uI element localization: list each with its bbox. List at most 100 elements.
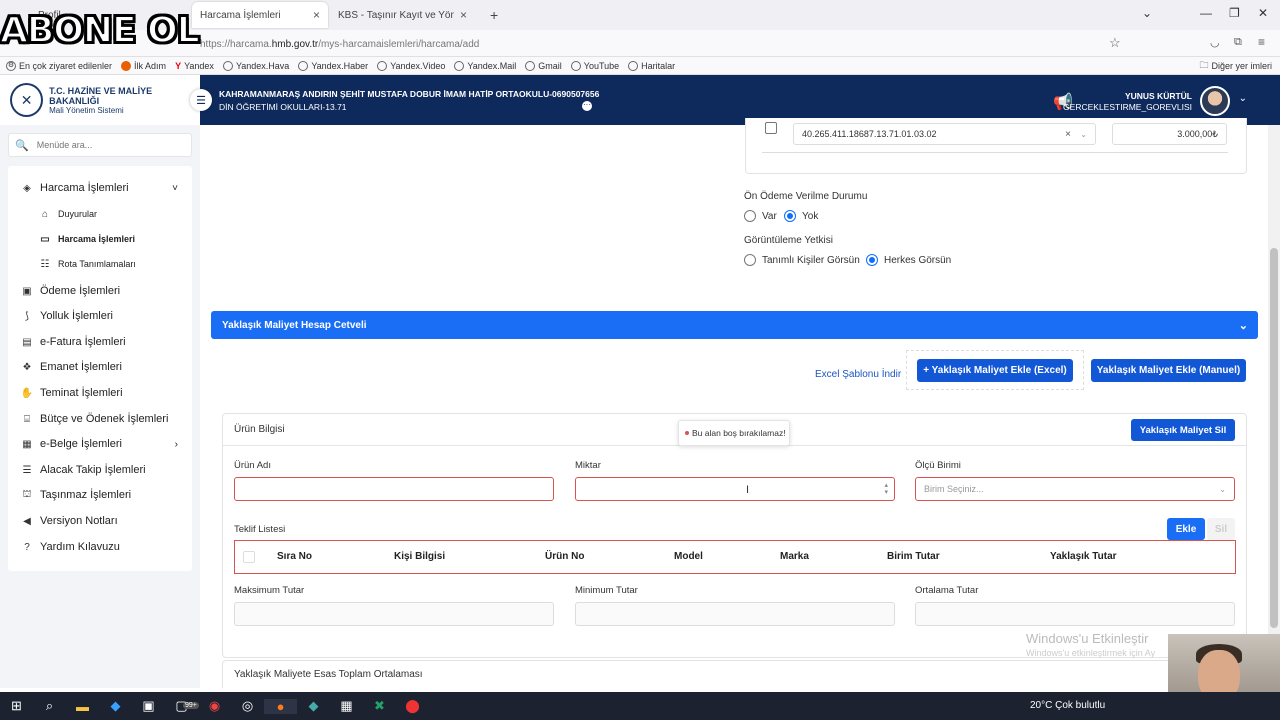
- menu-toggle-icon[interactable]: ☰: [190, 89, 212, 111]
- cost-section-header[interactable]: Yaklaşık Maliyet Hesap Cetveli ⌄: [211, 311, 1258, 339]
- menu-search[interactable]: 🔍: [8, 133, 192, 157]
- pocket-icon[interactable]: ◡: [1210, 36, 1220, 49]
- clear-icon[interactable]: ×: [1065, 129, 1071, 140]
- bookmark-item[interactable]: YouTube: [570, 60, 619, 71]
- sidebar-item-harcama[interactable]: ◈ Harcama İşlemleri ˅: [8, 176, 192, 200]
- delete-offer-button[interactable]: Sil: [1207, 518, 1235, 540]
- unit-select[interactable]: Birim Seçiniz... ⌄: [915, 477, 1235, 501]
- sidebar-item-yolluk[interactable]: ⟆ Yolluk İşlemleri: [8, 304, 192, 328]
- add-offer-button[interactable]: Ekle: [1167, 518, 1205, 540]
- col-kisi-bilgisi[interactable]: Kişi Bilgisi: [394, 541, 445, 573]
- sidebar-item-butce[interactable]: ⌸ Bütçe ve Ödenek İşlemleri: [8, 407, 192, 431]
- tab-harcama[interactable]: Harcama İşlemleri ×: [192, 2, 328, 28]
- file-explorer-icon[interactable]: ▬: [66, 699, 99, 714]
- quantity-input[interactable]: I ▴ ▾: [575, 477, 895, 501]
- avg-amount-input: [915, 602, 1235, 626]
- road-icon: ⟆: [25, 310, 29, 322]
- product-name-input[interactable]: [234, 477, 554, 501]
- bookmark-item[interactable]: Yandex.Mail: [454, 60, 516, 71]
- weather-widget[interactable]: 20°C Çok bulutlu: [1030, 700, 1105, 711]
- product-name-label: Ürün Adı: [234, 460, 271, 471]
- search-icon[interactable]: ⌕: [33, 698, 66, 714]
- sidebar-item-ebelge[interactable]: ▦ e-Belge İşlemleri ›: [8, 432, 192, 456]
- new-tab-button[interactable]: +: [482, 2, 506, 28]
- col-marka[interactable]: Marka: [780, 541, 809, 573]
- notification-app-icon[interactable]: ▢ 99+: [165, 698, 199, 714]
- scrollbar-thumb[interactable]: [1270, 248, 1278, 628]
- sidebar-item-efatura[interactable]: ▤ e-Fatura İşlemleri: [8, 330, 192, 354]
- box-icon: ❖: [22, 361, 32, 373]
- system-name: Mali Yönetim Sistemi: [49, 105, 124, 115]
- more-icon[interactable]: ···: [582, 101, 592, 111]
- excel-template-link[interactable]: Excel Şablonu İndir: [815, 369, 901, 380]
- prepayment-yok-radio[interactable]: Yok: [784, 210, 818, 222]
- close-tab-icon[interactable]: ×: [313, 8, 320, 22]
- extensions-icon[interactable]: ⧉: [1234, 36, 1242, 49]
- bookmark-item[interactable]: Yandex.Video: [377, 60, 445, 71]
- url-field[interactable]: https://harcama. hmb.gov.tr/mys-harcamais…: [200, 34, 1130, 54]
- bookmark-item[interactable]: Yandex.Hava: [222, 60, 289, 71]
- delete-cost-button[interactable]: Yaklaşık Maliyet Sil: [1131, 419, 1235, 441]
- select-all-checkbox[interactable]: [243, 551, 255, 563]
- col-model[interactable]: Model: [674, 541, 703, 573]
- budget-row-checkbox[interactable]: [765, 122, 777, 134]
- sidebar-item-duyurular[interactable]: ⌂ Duyurular: [8, 202, 192, 226]
- sidebar-item-teminat[interactable]: ✋ Teminat İşlemleri: [8, 381, 192, 405]
- tab-list-icon[interactable]: ⌄: [1142, 6, 1152, 20]
- logo[interactable]: ✕ T.C. HAZİNE VE MALİYE BAKANLIĞI Mali Y…: [0, 75, 200, 125]
- close-window-icon[interactable]: ✕: [1258, 6, 1268, 20]
- search-icon: 🔍: [15, 139, 29, 152]
- bookmark-item[interactable]: İlk Adım: [121, 60, 166, 71]
- unit-type: DİN ÖĞRETİMİ OKULLARI-13.71: [219, 102, 347, 112]
- firefox-icon[interactable]: ●: [264, 698, 297, 714]
- avatar[interactable]: [1200, 86, 1230, 116]
- sidebar-item-harcama-islemleri[interactable]: ▭ Harcama İşlemleri: [8, 227, 192, 251]
- chevron-down-icon[interactable]: ⌄: [1239, 93, 1247, 104]
- other-bookmarks[interactable]: 🗀 Diğer yer imleri: [1199, 58, 1272, 74]
- chevron-down-icon: ⌄: [1238, 319, 1248, 332]
- windows-start-icon[interactable]: ⊞: [0, 698, 33, 714]
- bookmark-item[interactable]: Haritalar: [628, 60, 675, 71]
- menu-search-input[interactable]: [36, 140, 187, 150]
- sidebar-item-tasinmaz[interactable]: ⛫ Taşınmaz İşlemleri: [8, 483, 192, 507]
- col-yaklasik-tutar[interactable]: Yaklaşık Tutar: [1050, 541, 1117, 573]
- store-icon[interactable]: ▣: [132, 698, 165, 714]
- bookmark-item[interactable]: ⚙ En çok ziyaret edilenler: [6, 60, 112, 71]
- basis-title: Yaklaşık Maliyete Esas Toplam Ortalaması: [234, 669, 423, 680]
- chrome-icon[interactable]: ◉: [198, 698, 231, 714]
- maximize-icon[interactable]: ❐: [1229, 6, 1240, 20]
- menu-icon[interactable]: ≡: [1258, 35, 1265, 49]
- stepper-icon[interactable]: ▴ ▾: [884, 482, 888, 496]
- budget-code-select[interactable]: 40.265.411.18687.13.71.01.03.02 × ⌄: [793, 123, 1096, 145]
- bookmark-star-icon[interactable]: ☆: [1109, 35, 1121, 51]
- app-icon[interactable]: ◆: [99, 698, 132, 714]
- visibility-defined-radio[interactable]: Tanımlı Kişiler Görsün: [744, 254, 860, 266]
- chevron-down-icon: ⌄: [1080, 129, 1087, 139]
- bookmark-item[interactable]: Gmail: [525, 60, 562, 71]
- bookmark-item[interactable]: Yandex.Haber: [298, 60, 368, 71]
- excel-icon[interactable]: ✖: [363, 698, 396, 714]
- budget-amount-input[interactable]: 3.000,00₺: [1112, 123, 1227, 145]
- add-cost-manual-button[interactable]: Yaklaşık Maliyet Ekle (Manuel): [1091, 359, 1246, 382]
- sidebar-item-odeme[interactable]: ▣ Ödeme İşlemleri: [8, 279, 192, 303]
- minimize-icon[interactable]: —: [1200, 6, 1212, 20]
- home-icon: ⌂: [41, 208, 49, 220]
- sidebar-item-emanet[interactable]: ❖ Emanet İşlemleri: [8, 355, 192, 379]
- tab-kbs[interactable]: KBS - Taşınır Kayıt ve Yönetim Sisteı ×: [330, 2, 475, 28]
- app-icon[interactable]: ▦: [330, 698, 363, 714]
- prepayment-var-radio[interactable]: Var: [744, 210, 777, 222]
- col-birim-tutar[interactable]: Birim Tutar: [887, 541, 940, 573]
- app-icon[interactable]: ◎: [231, 698, 264, 714]
- sidebar-item-rota[interactable]: ☷ Rota Tanımlamaları: [8, 252, 192, 276]
- col-sira-no[interactable]: Sıra No: [277, 541, 312, 573]
- record-icon[interactable]: ⬤: [396, 698, 429, 714]
- app-icon[interactable]: ◆: [297, 698, 330, 714]
- bookmark-item[interactable]: Y Yandex: [175, 61, 214, 71]
- sidebar-item-yardim[interactable]: ? Yardım Kılavuzu: [8, 535, 192, 559]
- visibility-all-radio[interactable]: Herkes Görsün: [866, 254, 951, 266]
- sidebar-item-alacak[interactable]: ☰ Alacak Takip İşlemleri: [8, 458, 192, 482]
- col-urun-no[interactable]: Ürün No: [545, 541, 584, 573]
- sidebar-item-versiyon[interactable]: ◀ Versiyon Notları: [8, 509, 192, 533]
- add-cost-excel-button[interactable]: + Yaklaşık Maliyet Ekle (Excel): [917, 359, 1073, 382]
- close-tab-icon[interactable]: ×: [460, 8, 467, 22]
